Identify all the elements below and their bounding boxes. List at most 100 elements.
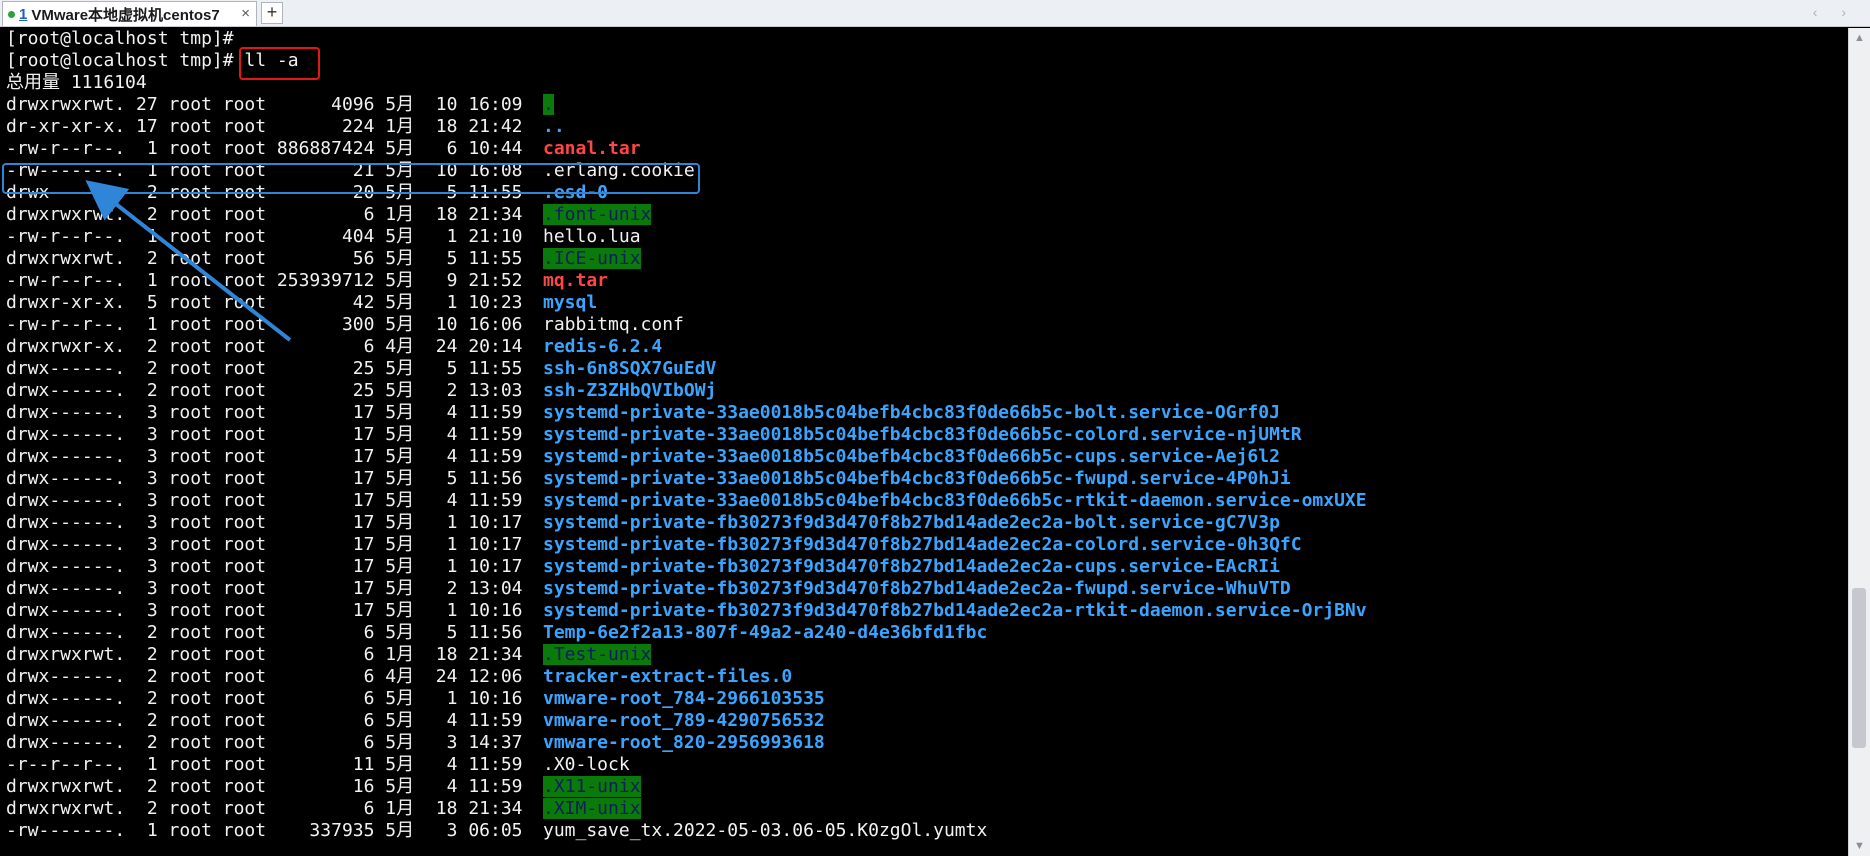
file-metadata: -r--r--r--. 1 root root 11 5月 4 11:59 xyxy=(6,754,523,775)
listing-row: drwx------. 3 root root 17 5月 5 11:56 sys… xyxy=(6,468,1291,490)
file-name: canal.tar xyxy=(543,138,641,159)
listing-row: -rw-r--r--. 1 root root 300 5月 10 16:06 r… xyxy=(6,314,684,336)
file-metadata: drwx------. 3 root root 17 5月 2 13:04 xyxy=(6,578,523,599)
listing-row: drwx------. 3 root root 17 5月 1 10:16 sys… xyxy=(6,600,1367,622)
file-name: vmware-root_789-4290756532 xyxy=(543,710,825,731)
prompt-line: [root@localhost tmp]# xyxy=(6,28,234,49)
file-metadata: drwx------. 2 root root 6 5月 3 14:37 xyxy=(6,732,523,753)
tab-index: 1 xyxy=(19,5,28,23)
file-metadata: drwxrwxrwt. 27 root root 4096 5月 10 16:0… xyxy=(6,94,523,115)
listing-row: drwxrwxrwt. 2 root root 56 5月 5 11:55 .IC… xyxy=(6,248,641,270)
listing-row: drwxrwxrwt. 2 root root 16 5月 4 11:59 .X1… xyxy=(6,776,641,798)
file-name: mq.tar xyxy=(543,270,609,291)
listing-row: drwx------. 2 root root 6 5月 3 14:37 vmwa… xyxy=(6,732,825,754)
scroll-thumb[interactable] xyxy=(1852,588,1866,749)
file-name: rabbitmq.conf xyxy=(543,314,684,335)
file-metadata: dr-xr-xr-x. 17 root root 224 1月 18 21:42 xyxy=(6,116,523,137)
listing-row: drwx------. 3 root root 17 5月 4 11:59 sys… xyxy=(6,424,1302,446)
file-name: vmware-root_820-2956993618 xyxy=(543,732,825,753)
listing-row: drwxrwxr-x. 2 root root 6 4月 24 20:14 red… xyxy=(6,336,662,358)
file-metadata: drwxrwxrwt. 2 root root 16 5月 4 11:59 xyxy=(6,776,523,797)
file-metadata: drwxrwxrwt. 2 root root 56 5月 5 11:55 xyxy=(6,248,523,269)
terminal-output[interactable]: [root@localhost tmp]# [root@localhost tm… xyxy=(0,28,1846,856)
tab-title: VMware本地虚拟机centos7 xyxy=(31,6,220,24)
file-name: systemd-private-fb30273f9d3d470f8b27bd14… xyxy=(543,534,1302,555)
file-name: ssh-Z3ZHbQVIbOWj xyxy=(543,380,717,401)
file-name: ssh-6n8SQX7GuEdV xyxy=(543,358,717,379)
listing-row: -rw-------. 1 root root 337935 5月 3 06:0… xyxy=(6,820,987,842)
file-metadata: -rw-r--r--. 1 root root 886887424 5月 6 1… xyxy=(6,138,523,159)
listing-row: drwx------. 3 root root 17 5月 1 10:17 sys… xyxy=(6,534,1302,556)
file-name: systemd-private-33ae0018b5c04befb4cbc83f… xyxy=(543,490,1367,511)
file-metadata: -rw-------. 1 root root 337935 5月 3 06:0… xyxy=(6,820,523,841)
file-metadata: drwx------. 2 root root 6 5月 4 11:59 xyxy=(6,710,523,731)
scroll-down-icon[interactable]: ▼ xyxy=(1854,840,1865,852)
listing-row: drwxrwxrwt. 2 root root 6 1月 18 21:34 .XI… xyxy=(6,798,641,820)
file-name: .XIM-unix xyxy=(543,798,641,819)
file-metadata: drwxrwxrwt. 2 root root 6 1月 18 21:34 xyxy=(6,798,523,819)
listing-row: drwx------. 3 root root 17 5月 4 11:59 sys… xyxy=(6,446,1280,468)
file-name: Temp-6e2f2a13-807f-49a2-a240-d4e36bfd1fb… xyxy=(543,622,988,643)
file-metadata: drwx------. 2 root root 6 5月 1 10:16 xyxy=(6,688,523,709)
file-name: .font-unix xyxy=(543,204,652,225)
file-name: .X0-lock xyxy=(543,754,630,775)
session-tab[interactable]: 1 VMware本地虚拟机centos7 × xyxy=(2,1,257,26)
file-metadata: drwxrwxr-x. 2 root root 6 4月 24 20:14 xyxy=(6,336,523,357)
file-name: systemd-private-fb30273f9d3d470f8b27bd14… xyxy=(543,600,1367,621)
file-name: vmware-root_784-2966103535 xyxy=(543,688,825,709)
file-name: systemd-private-33ae0018b5c04befb4cbc83f… xyxy=(543,402,1280,423)
listing-row: drwx------. 2 root root 6 5月 1 10:16 vmwa… xyxy=(6,688,825,710)
listing-row: drwx------. 3 root root 17 5月 2 13:04 sys… xyxy=(6,578,1291,600)
file-metadata: drwx------. 3 root root 17 5月 1 10:16 xyxy=(6,600,523,621)
file-metadata: drwxrwxrwt. 2 root root 6 1月 18 21:34 xyxy=(6,204,523,225)
listing-row: -rw-r--r--. 1 root root 886887424 5月 6 1… xyxy=(6,138,641,160)
file-name: systemd-private-33ae0018b5c04befb4cbc83f… xyxy=(543,424,1302,445)
file-metadata: -rw-r--r--. 1 root root 404 5月 1 21:10 xyxy=(6,226,523,247)
listing-row: drwx------. 2 root root 6 5月 4 11:59 vmwa… xyxy=(6,710,825,732)
file-name: . xyxy=(543,94,554,115)
listing-row: drwx------. 3 root root 17 5月 4 11:59 sys… xyxy=(6,402,1280,424)
total-line: 总用量 1116104 xyxy=(6,72,147,93)
file-metadata: drwx------. 3 root root 17 5月 4 11:59 xyxy=(6,490,523,511)
listing-row: -rw-r--r--. 1 root root 253939712 5月 9 2… xyxy=(6,270,608,292)
command-highlight-box xyxy=(239,47,320,80)
file-name: .. xyxy=(543,116,565,137)
file-name: systemd-private-33ae0018b5c04befb4cbc83f… xyxy=(543,468,1291,489)
listing-row: drwx------. 2 root root 25 5月 2 13:03 ssh… xyxy=(6,380,716,402)
file-metadata: drwx------. 3 root root 17 5月 5 11:56 xyxy=(6,468,523,489)
file-name: tracker-extract-files.0 xyxy=(543,666,793,687)
listing-row: drwx------. 2 root root 6 5月 5 11:56 Temp… xyxy=(6,622,987,644)
file-metadata: drwx------. 3 root root 17 5月 1 10:17 xyxy=(6,512,523,533)
file-metadata: drwx------. 3 root root 17 5月 4 11:59 xyxy=(6,446,523,467)
file-metadata: drwx------. 3 root root 17 5月 4 11:59 xyxy=(6,402,523,423)
file-metadata: -rw-r--r--. 1 root root 300 5月 10 16:06 xyxy=(6,314,523,335)
tab-close-icon[interactable]: × xyxy=(241,5,250,22)
listing-row: dr-xr-xr-x. 17 root root 224 1月 18 21:42… xyxy=(6,116,565,138)
tab-bar: 1 VMware本地虚拟机centos7 × + ‹ › xyxy=(0,0,1870,27)
listing-row: drwx------. 2 root root 6 4月 24 12:06 tra… xyxy=(6,666,792,688)
file-name: .X11-unix xyxy=(543,776,641,797)
file-metadata: drwx------. 3 root root 17 5月 1 10:17 xyxy=(6,556,523,577)
file-name: .Test-unix xyxy=(543,644,652,665)
listing-row: drwx------. 3 root root 17 5月 1 10:17 sys… xyxy=(6,556,1280,578)
vertical-scrollbar[interactable]: ▲ ▼ xyxy=(1848,28,1870,856)
erlang-cookie-highlight-box xyxy=(2,163,700,194)
tab-scroll-arrows[interactable]: ‹ › xyxy=(1813,4,1856,20)
file-metadata: drwx------. 2 root root 25 5月 5 11:55 xyxy=(6,358,523,379)
scroll-up-icon[interactable]: ▲ xyxy=(1854,32,1865,44)
file-metadata: drwx------. 3 root root 17 5月 1 10:17 xyxy=(6,534,523,555)
listing-row: drwxrwxrwt. 27 root root 4096 5月 10 16:0… xyxy=(6,94,554,116)
new-tab-button[interactable]: + xyxy=(261,2,283,24)
listing-row: drwxr-xr-x. 5 root root 42 5月 1 10:23 mys… xyxy=(6,292,597,314)
file-metadata: -rw-r--r--. 1 root root 253939712 5月 9 2… xyxy=(6,270,523,291)
listing-row: -r--r--r--. 1 root root 11 5月 4 11:59 .X0… xyxy=(6,754,630,776)
file-name: mysql xyxy=(543,292,598,313)
file-metadata: drwx------. 3 root root 17 5月 4 11:59 xyxy=(6,424,523,445)
file-metadata: drwx------. 2 root root 6 5月 5 11:56 xyxy=(6,622,523,643)
listing-row: drwxrwxrwt. 2 root root 6 1月 18 21:34 .Te… xyxy=(6,644,652,666)
file-name: systemd-private-fb30273f9d3d470f8b27bd14… xyxy=(543,512,1280,533)
file-name: yum_save_tx.2022-05-03.06-05.K0zgOl.yumt… xyxy=(543,820,988,841)
file-name: .ICE-unix xyxy=(543,248,641,269)
file-name: hello.lua xyxy=(543,226,641,247)
file-metadata: drwxrwxrwt. 2 root root 6 1月 18 21:34 xyxy=(6,644,523,665)
